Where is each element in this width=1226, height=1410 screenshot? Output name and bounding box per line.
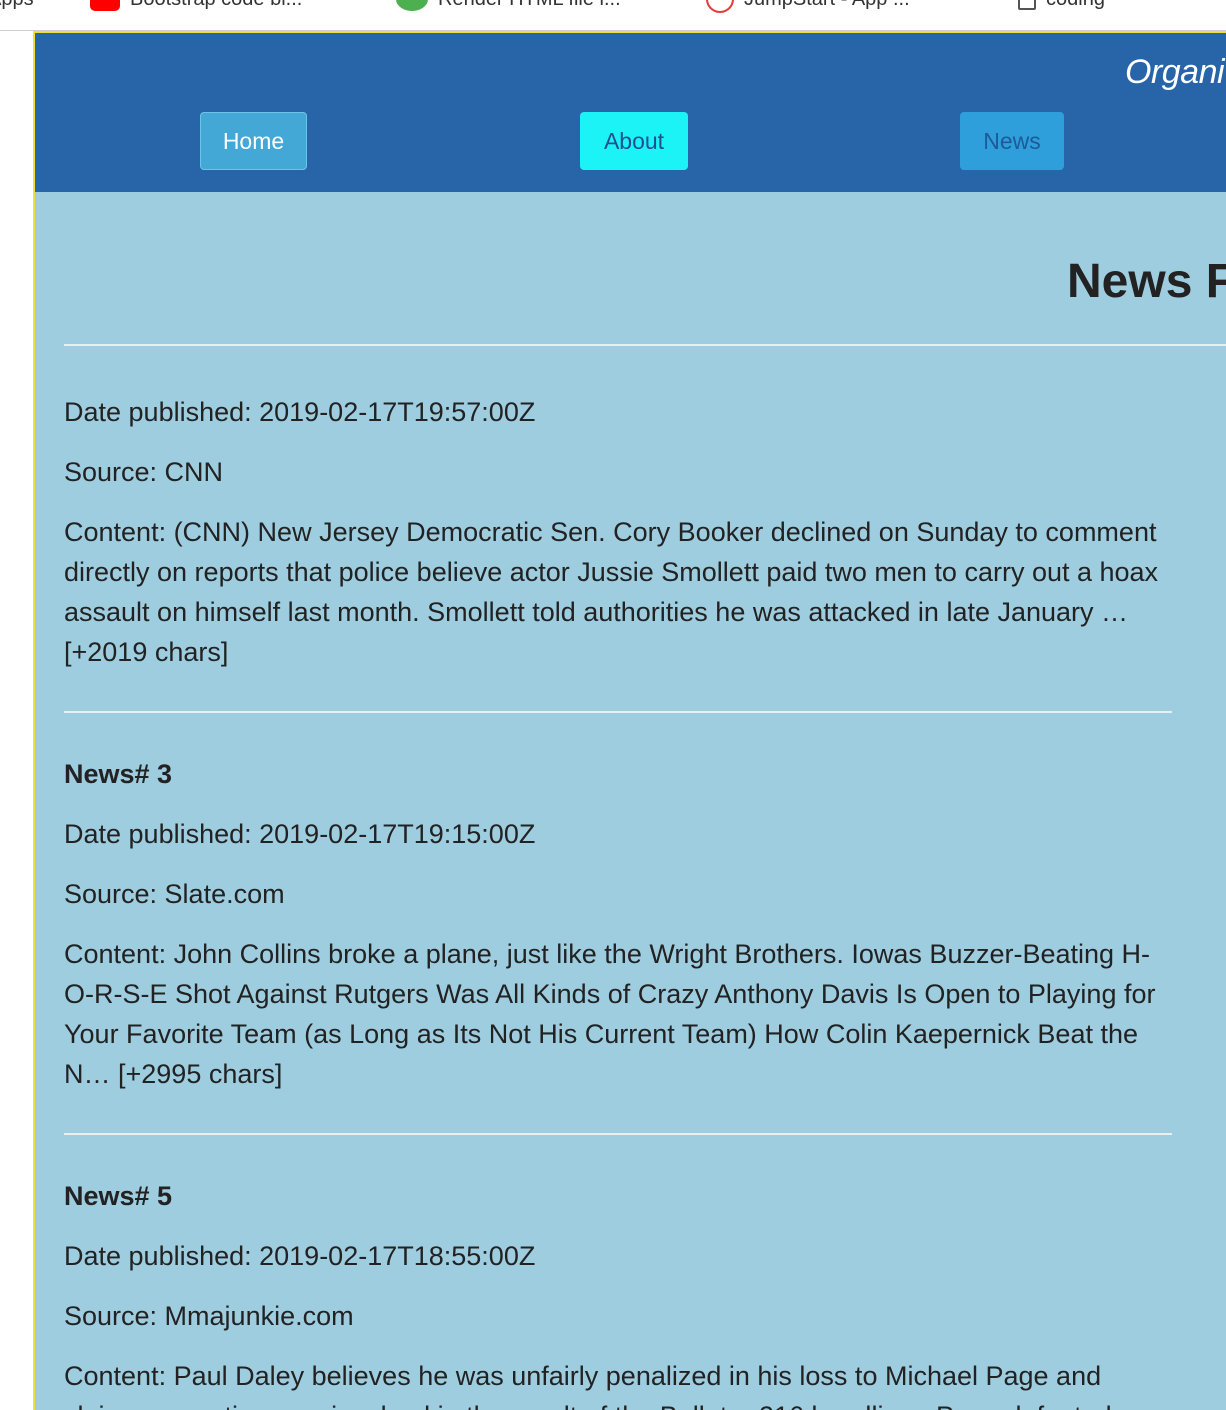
document-icon [1018, 0, 1036, 10]
article-source: Source: CNN [64, 457, 224, 487]
divider [64, 1133, 1172, 1135]
article-date: Date published: 2019-02-17T19:15:00Z [64, 819, 536, 849]
article-content: Content: John Collins broke a plane, jus… [64, 939, 1156, 1089]
top-navbar: Organi Home About News [35, 33, 1226, 192]
nav-news-button[interactable]: News [960, 112, 1064, 170]
green-leaf-icon [396, 0, 428, 11]
jumpstart-icon [706, 0, 734, 13]
bookmark-label: Render HTML file i... [438, 0, 621, 11]
page-frame: Organi Home About News News F Date publi… [33, 31, 1226, 1410]
bookmark-label: Apps [0, 0, 34, 11]
article-date: Date published: 2019-02-17T18:55:00Z [64, 1241, 536, 1271]
article-content: Content: Paul Daley believes he was unfa… [64, 1361, 1112, 1410]
page-title: News F [1067, 255, 1226, 308]
bookmark-label: coding [1046, 0, 1105, 11]
bookmark-coding[interactable]: coding [1018, 0, 1105, 11]
brand-title: Organi [1125, 53, 1225, 91]
nav-home-button[interactable]: Home [200, 112, 307, 170]
article-heading: News# 5 [64, 1181, 173, 1211]
bookmark-label: Bootstrap code bl... [130, 0, 302, 11]
article-source: Source: Mmajunkie.com [64, 1301, 354, 1331]
youtube-icon [90, 0, 120, 11]
bookmark-bootstrap[interactable]: Bootstrap code bl... [90, 0, 302, 11]
article-source: Source: Slate.com [64, 879, 285, 909]
bookmark-render-html[interactable]: Render HTML file i... [396, 0, 621, 11]
divider [64, 711, 1172, 713]
bookmark-apps[interactable]: Apps [0, 0, 34, 11]
divider [64, 344, 1226, 346]
bookmark-jumpstart[interactable]: JumpStart - App ... [706, 0, 910, 13]
article-date: Date published: 2019-02-17T19:57:00Z [64, 397, 536, 427]
bookmark-label: JumpStart - App ... [744, 0, 910, 11]
article-heading: News# 3 [64, 759, 173, 789]
nav-about-button[interactable]: About [580, 112, 688, 170]
bookmarks-bar: Apps Bootstrap code bl... Render HTML fi… [0, 0, 1226, 31]
article-content: Content: (CNN) New Jersey Democratic Sen… [64, 517, 1159, 667]
